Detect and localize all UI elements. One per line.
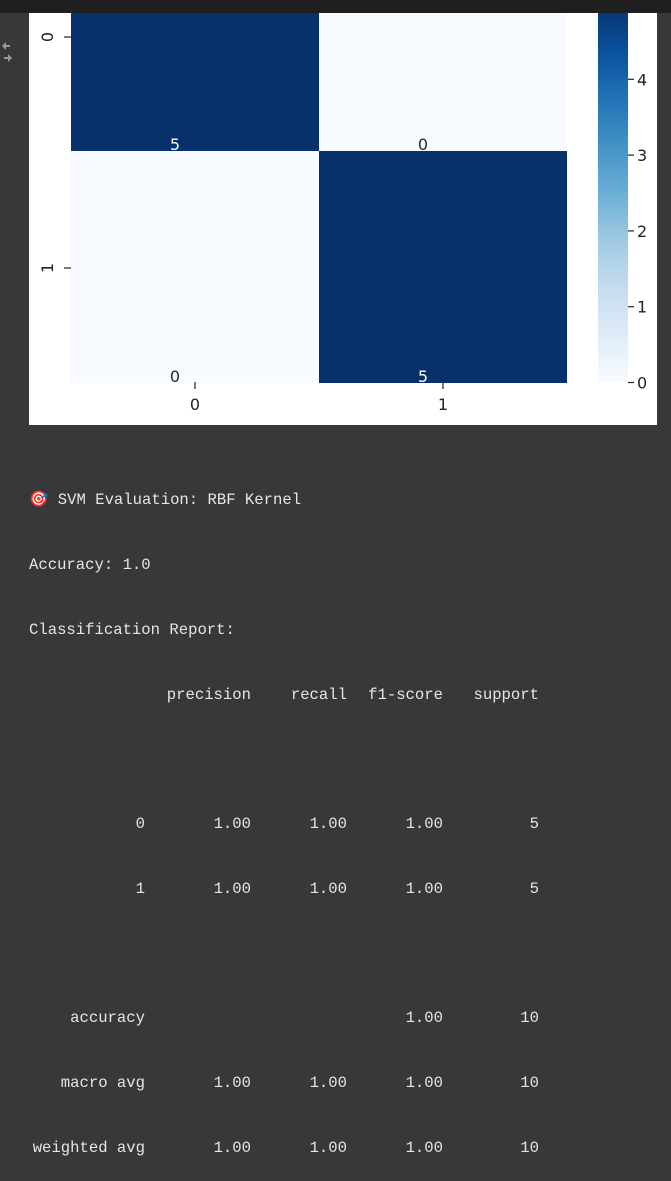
y-tick-label: 1	[38, 263, 57, 273]
report-row: 0 1.00 1.00 1.00 5	[135, 815, 539, 834]
x-tick-label: 0	[190, 395, 200, 414]
colorbar-tick-label: 4	[637, 70, 647, 89]
output-actions-icon[interactable]	[0, 40, 14, 64]
report-row: 1 1.00 1.00 1.00 5	[135, 879, 539, 898]
heatmap-annotation: 0	[170, 367, 180, 386]
cell-output-text: 🎯 SVM Evaluation: RBF Kernel Accuracy: 1…	[29, 447, 659, 1181]
header-support: support	[473, 685, 539, 704]
heatmap-cell	[71, 13, 319, 151]
summary-row: weighted avg 1.00 1.00 1.00 10	[32, 1139, 539, 1157]
heatmap-svg: 5 00 5 0 101 01234	[38, 13, 647, 414]
y-tick-label: 0	[38, 32, 57, 42]
heatmap-annotation: 5	[170, 135, 180, 154]
accuracy-line: Accuracy: 1.0	[29, 555, 151, 574]
colorbar-tick-label: 2	[637, 222, 647, 241]
summary-row: accuracy 1.00 10	[70, 1009, 539, 1028]
colorbar	[598, 13, 628, 382]
report-header-row: precision recall f1-score support	[29, 685, 659, 707]
heatmap-cell	[319, 151, 567, 383]
eval-title: SVM Evaluation: RBF Kernel	[57, 491, 302, 510]
x-tick-label: 1	[438, 395, 448, 414]
header-recall: recall	[290, 685, 347, 704]
summary-row: macro avg 1.00 1.00 1.00 10	[60, 1074, 539, 1093]
header-f1: f1-score	[368, 685, 443, 704]
heatmap-cell	[71, 151, 319, 383]
heatmap-annotation: 0	[418, 135, 428, 154]
colorbar-tick-label: 3	[637, 146, 647, 165]
cell-top-bar	[0, 0, 671, 13]
colorbar-tick-label: 0	[637, 374, 647, 393]
heatmap-cell	[319, 13, 567, 151]
heatmap-annotation: 5	[418, 367, 428, 386]
eval-title-line: 🎯 SVM Evaluation: RBF Kernel	[29, 490, 659, 512]
report-title: Classification Report:	[29, 620, 235, 639]
header-precision: precision	[166, 685, 251, 704]
target-icon: 🎯	[29, 491, 49, 510]
confusion-matrix-plot: 5005 0101 01234	[29, 13, 657, 425]
colorbar-tick-label: 1	[637, 298, 647, 317]
